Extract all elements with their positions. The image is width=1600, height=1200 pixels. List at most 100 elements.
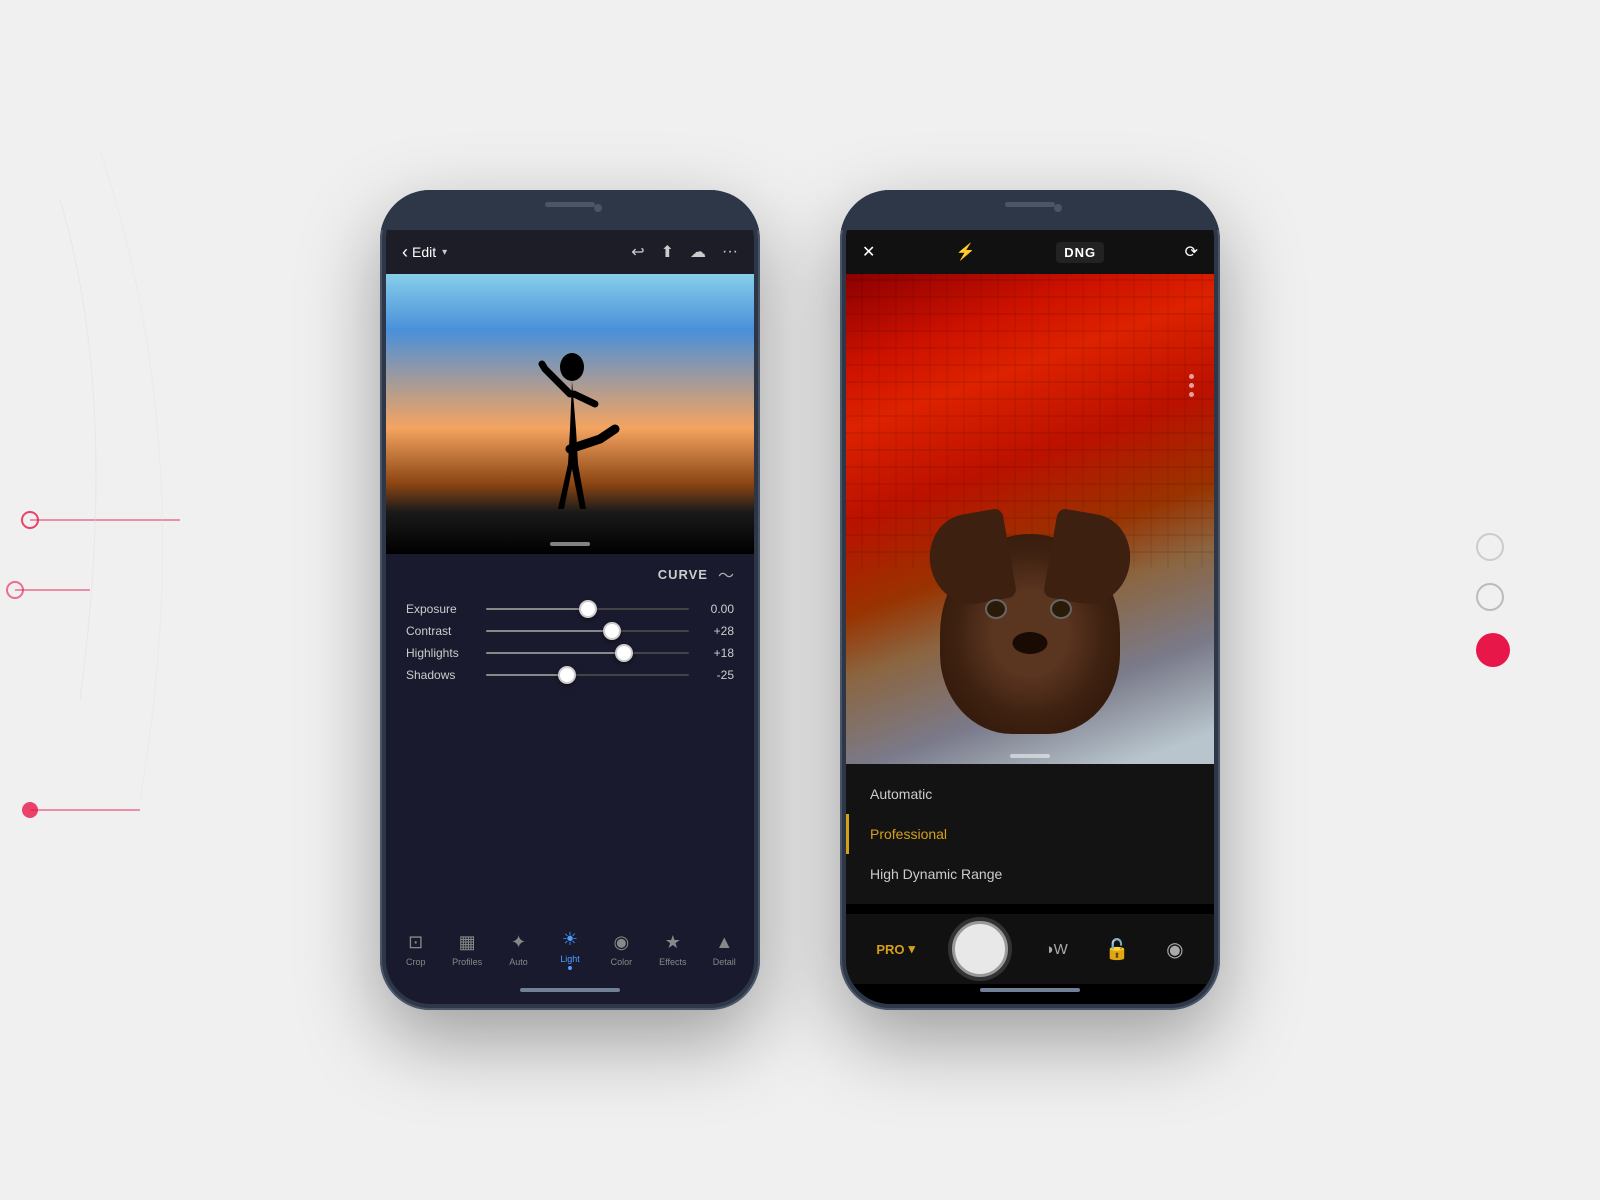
light-label: Light bbox=[560, 954, 580, 964]
curve-icon: 〜 bbox=[718, 562, 734, 586]
crop-icon: ⊡ bbox=[408, 932, 423, 953]
nav-profiles[interactable]: ▦ Profiles bbox=[441, 932, 492, 967]
effects-label: Effects bbox=[659, 957, 686, 967]
nav-color[interactable]: ◉ Color bbox=[596, 932, 647, 967]
curve-section[interactable]: CURVE 〜 bbox=[386, 554, 754, 594]
edit-header-right: ↩ ⬆ ☁ ··· bbox=[631, 242, 738, 262]
contrast-slider[interactable] bbox=[486, 630, 689, 632]
phone2-notch bbox=[970, 196, 1090, 224]
cloud-icon[interactable]: ☁ bbox=[690, 242, 706, 262]
shadows-label: Shadows bbox=[406, 668, 476, 682]
phone1-inner: ‹ Edit ▾ ↩ ⬆ ☁ ··· bbox=[386, 196, 754, 1004]
highlights-slider[interactable] bbox=[486, 652, 689, 654]
exposure-label: Exposure bbox=[406, 602, 476, 616]
sliders-section: Exposure 0.00 Contrast bbox=[386, 594, 754, 698]
contrast-value: +28 bbox=[699, 624, 734, 638]
wb-icon[interactable]: ◑W bbox=[1045, 941, 1068, 958]
photo-handle bbox=[550, 542, 590, 546]
deco-circle-2 bbox=[1476, 583, 1504, 611]
deco-circles-right bbox=[1476, 533, 1510, 667]
edit-chevron: ▾ bbox=[442, 247, 447, 258]
nav-auto[interactable]: ✦ Auto bbox=[493, 932, 544, 967]
phone2-frame: ✕ ⚡ DNG ⟳ bbox=[840, 190, 1220, 1010]
undo-icon[interactable]: ↩ bbox=[631, 242, 644, 262]
detail-icon: ▲ bbox=[715, 932, 733, 953]
hdr-label: High Dynamic Range bbox=[870, 866, 1002, 882]
dropdown-menu: Automatic Professional High Dynamic Rang… bbox=[846, 764, 1214, 904]
profiles-icon: ▦ bbox=[459, 932, 476, 953]
dot2 bbox=[1189, 383, 1194, 388]
curve-label: CURVE bbox=[658, 567, 708, 582]
silhouette-figure bbox=[520, 349, 620, 519]
crop-label: Crop bbox=[406, 957, 426, 967]
deco-circle-3 bbox=[1476, 633, 1510, 667]
edit-header-left: ‹ Edit ▾ bbox=[402, 242, 447, 263]
auto-icon: ✦ bbox=[511, 932, 526, 953]
more-icon[interactable]: ··· bbox=[722, 243, 738, 261]
profiles-label: Profiles bbox=[452, 957, 482, 967]
color-icon: ◉ bbox=[614, 932, 630, 953]
edit-header: ‹ Edit ▾ ↩ ⬆ ☁ ··· bbox=[386, 230, 754, 274]
nav-detail[interactable]: ▲ Detail bbox=[699, 932, 750, 967]
bottom-nav: ⊡ Crop ▦ Profiles ✦ Auto ☀ Light bbox=[386, 914, 754, 984]
effects-icon: ★ bbox=[665, 932, 681, 953]
automatic-label: Automatic bbox=[870, 786, 932, 802]
notch bbox=[510, 196, 630, 224]
auto-label: Auto bbox=[509, 957, 528, 967]
phone1-content: ‹ Edit ▾ ↩ ⬆ ☁ ··· bbox=[386, 196, 754, 1004]
contrast-row: Contrast +28 bbox=[406, 624, 734, 638]
phone2-content: ✕ ⚡ DNG ⟳ bbox=[846, 196, 1214, 1004]
pro-badge[interactable]: PRO ▾ bbox=[876, 941, 915, 957]
phone2-inner: ✕ ⚡ DNG ⟳ bbox=[846, 196, 1214, 1004]
camera-header: ✕ ⚡ DNG ⟳ bbox=[846, 230, 1214, 274]
exposure-slider[interactable] bbox=[486, 608, 689, 610]
shutter-button[interactable] bbox=[952, 921, 1008, 977]
dropdown-hdr[interactable]: High Dynamic Range bbox=[846, 854, 1214, 894]
professional-label: Professional bbox=[870, 826, 947, 842]
photo-area bbox=[386, 274, 754, 554]
nav-crop[interactable]: ⊡ Crop bbox=[390, 932, 441, 967]
settings-icon[interactable]: ◉ bbox=[1166, 937, 1183, 962]
three-dots-menu[interactable] bbox=[1189, 374, 1194, 397]
contrast-label: Contrast bbox=[406, 624, 476, 638]
dot1 bbox=[1189, 374, 1194, 379]
phone1-frame: ‹ Edit ▾ ↩ ⬆ ☁ ··· bbox=[380, 190, 760, 1010]
shadows-slider[interactable] bbox=[486, 674, 689, 676]
shadows-value: -25 bbox=[699, 668, 734, 682]
close-button[interactable]: ✕ bbox=[862, 242, 875, 262]
color-label: Color bbox=[611, 957, 633, 967]
pro-label: PRO bbox=[876, 942, 904, 957]
deco-circle-1 bbox=[1476, 533, 1504, 561]
back-button[interactable]: ‹ bbox=[402, 242, 408, 263]
flash-button[interactable]: ⚡ bbox=[956, 242, 976, 262]
camera-controls: PRO ▾ ◑W 🔓 ◉ bbox=[846, 914, 1214, 984]
phone2-bottom-bar bbox=[980, 988, 1080, 992]
shadows-row: Shadows -25 bbox=[406, 668, 734, 682]
highlights-value: +18 bbox=[699, 646, 734, 660]
share-icon[interactable]: ⬆ bbox=[661, 242, 674, 262]
phone2-camera-dot bbox=[1054, 204, 1062, 212]
camera-flip-button[interactable]: ⟳ bbox=[1185, 242, 1198, 262]
exposure-row: Exposure 0.00 bbox=[406, 602, 734, 616]
pro-chevron: ▾ bbox=[909, 941, 916, 957]
phone1-bottom-bar bbox=[520, 988, 620, 992]
main-container: ‹ Edit ▾ ↩ ⬆ ☁ ··· bbox=[0, 0, 1600, 1200]
dropdown-professional[interactable]: Professional bbox=[846, 814, 1214, 854]
photo-handle2 bbox=[1010, 754, 1050, 758]
exposure-value: 0.00 bbox=[699, 602, 734, 616]
lock-icon[interactable]: 🔓 bbox=[1104, 937, 1129, 962]
nav-effects[interactable]: ★ Effects bbox=[647, 932, 698, 967]
dng-label[interactable]: DNG bbox=[1056, 242, 1104, 263]
camera-dot bbox=[594, 204, 602, 212]
highlights-label: Highlights bbox=[406, 646, 476, 660]
nav-light[interactable]: ☀ Light bbox=[544, 929, 595, 970]
dropdown-automatic[interactable]: Automatic bbox=[846, 774, 1214, 814]
speaker bbox=[545, 202, 595, 207]
edit-title[interactable]: Edit bbox=[412, 244, 436, 260]
detail-label: Detail bbox=[713, 957, 736, 967]
highlights-row: Highlights +18 bbox=[406, 646, 734, 660]
dot3 bbox=[1189, 392, 1194, 397]
light-active-dot bbox=[568, 966, 572, 970]
phone2-speaker bbox=[1005, 202, 1055, 207]
dog-photo bbox=[846, 274, 1214, 764]
